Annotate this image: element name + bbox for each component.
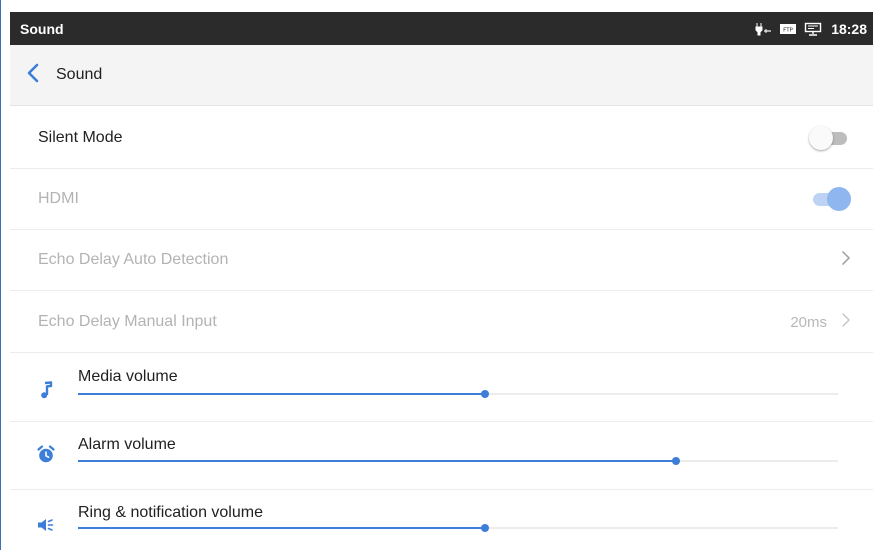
echo-delay-auto-trail (841, 250, 851, 271)
back-button[interactable] (10, 45, 56, 105)
silent-mode-label: Silent Mode (38, 129, 123, 146)
hdmi-label: HDMI (38, 190, 79, 207)
svg-text:FTP: FTP (783, 27, 793, 33)
ftp-icon: FTP (779, 22, 797, 36)
silent-mode-trail (809, 126, 851, 150)
speaker-icon (36, 515, 56, 535)
page-title: Sound (56, 66, 103, 83)
silent-mode-row[interactable]: Silent Mode (10, 108, 873, 169)
alarm-volume-slider[interactable] (78, 457, 838, 465)
echo-delay-value: 20ms (790, 313, 827, 331)
status-bar: Sound FTP 18:28 (10, 12, 873, 45)
hdmi-toggle[interactable] (809, 187, 851, 211)
silent-mode-toggle[interactable] (809, 126, 851, 150)
echo-delay-manual-label: Echo Delay Manual Input (38, 313, 217, 330)
chevron-right-icon (841, 312, 851, 333)
slider-fill (78, 393, 485, 395)
music-note-icon (36, 380, 56, 400)
hdmi-row[interactable]: HDMI (10, 169, 873, 230)
media-volume-row: Media volume (10, 354, 873, 422)
chevron-right-icon (841, 250, 851, 271)
slider-thumb[interactable] (480, 524, 489, 532)
chevron-left-icon (26, 63, 40, 88)
toggle-thumb (827, 187, 851, 211)
hdmi-trail (809, 187, 851, 211)
toggle-thumb (809, 126, 833, 150)
status-clock: 18:28 (831, 20, 867, 37)
media-volume-label: Media volume (78, 368, 178, 385)
echo-delay-auto-label: Echo Delay Auto Detection (38, 251, 229, 268)
ring-volume-row: Ring & notification volume (10, 490, 873, 550)
status-icons: FTP 18:28 (754, 21, 867, 37)
media-volume-slider[interactable] (78, 390, 838, 398)
window-edge (0, 0, 1, 550)
slider-fill (78, 460, 677, 462)
slider-fill (78, 527, 485, 529)
ring-volume-label: Ring & notification volume (78, 504, 263, 521)
app-header: Sound (10, 45, 873, 106)
sound-settings-screen: Sound FTP 18:28 Sound Silent Mode HDMI E… (0, 0, 873, 550)
usb-debug-icon (754, 22, 772, 36)
slider-thumb[interactable] (480, 390, 489, 398)
alarm-volume-label: Alarm volume (78, 436, 176, 453)
alarm-clock-icon (36, 444, 56, 464)
echo-delay-manual-trail: 20ms (790, 312, 851, 333)
slider-thumb[interactable] (672, 457, 681, 465)
alarm-volume-row: Alarm volume (10, 422, 873, 490)
echo-delay-manual-row[interactable]: Echo Delay Manual Input 20ms (10, 292, 873, 353)
echo-delay-auto-row[interactable]: Echo Delay Auto Detection (10, 230, 873, 291)
ring-volume-slider[interactable] (78, 524, 838, 532)
ethernet-icon (804, 22, 822, 36)
status-bar-title: Sound (20, 20, 64, 37)
